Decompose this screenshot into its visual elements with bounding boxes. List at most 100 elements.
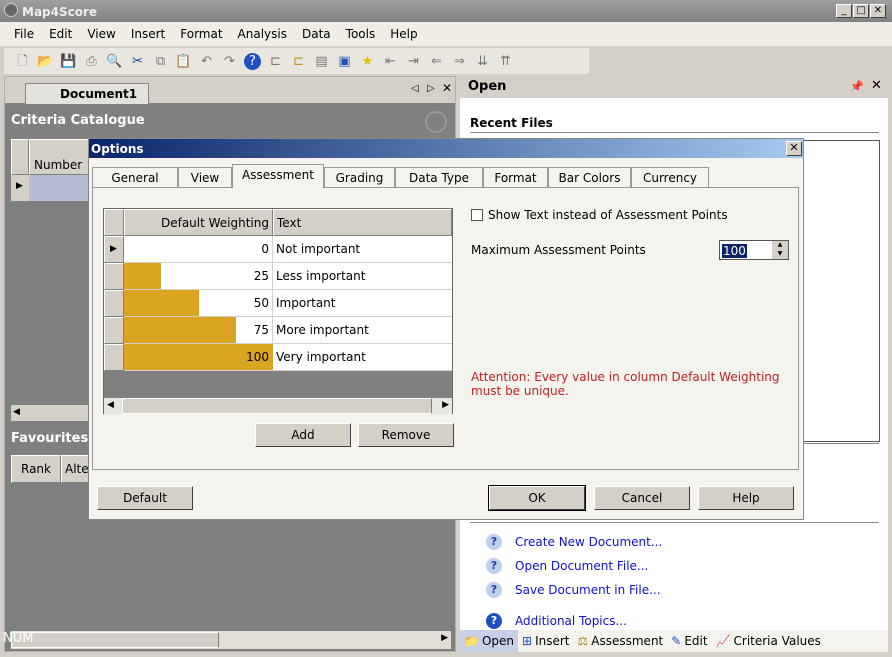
paste-icon[interactable]: 📋	[175, 53, 192, 70]
menu-data[interactable]: Data	[302, 27, 331, 46]
tab-assessment[interactable]: ⚖ Assessment	[574, 634, 668, 648]
new-icon[interactable]: 🗋	[14, 53, 31, 70]
scroll-right-icon[interactable]: ▷	[427, 83, 435, 94]
max-points-stepper[interactable]: 100 ▲ ▼	[719, 240, 789, 260]
help-icon[interactable]: ?	[244, 52, 261, 70]
scroll-left-icon[interactable]: ◁	[411, 83, 419, 94]
text-cell[interactable]: Not important	[273, 236, 452, 263]
row-header[interactable]	[104, 263, 124, 290]
menu-tools[interactable]: Tools	[346, 27, 376, 46]
task-link[interactable]: ? Save Document in File...	[486, 582, 661, 598]
tree-icon[interactable]: ⊏	[267, 53, 284, 70]
task-link[interactable]: ? Additional Topics...	[486, 613, 627, 629]
row-header[interactable]	[104, 317, 124, 344]
move-icon[interactable]: ▤	[313, 53, 330, 70]
tab-general[interactable]: General	[92, 167, 178, 187]
remove-button[interactable]: Remove	[358, 423, 454, 447]
split-icon[interactable]: ⇊	[474, 53, 491, 70]
column-rank[interactable]: Rank	[11, 455, 61, 483]
column-alternative[interactable]: Alte	[61, 455, 91, 483]
max-points-value[interactable]: 100	[722, 244, 747, 258]
tab-grading[interactable]: Grading	[324, 167, 395, 187]
text-cell[interactable]: Very important	[273, 344, 452, 371]
move-down-icon[interactable]: ▣	[336, 53, 353, 70]
row-header[interactable]	[104, 290, 124, 317]
row-selector-icon[interactable]: ▶	[11, 175, 29, 201]
column-default-weighting[interactable]: Default Weighting	[124, 209, 273, 236]
show-text-checkbox[interactable]	[471, 209, 483, 221]
tab-data-type[interactable]: Data Type	[395, 167, 483, 187]
weight-cell[interactable]: 50	[124, 290, 273, 317]
add-child-icon[interactable]: ⊏	[290, 53, 307, 70]
ok-button[interactable]: OK	[488, 485, 586, 511]
link-label[interactable]: Save Document in File...	[515, 583, 661, 597]
pin-icon[interactable]: 📌	[850, 80, 864, 93]
menu-analysis[interactable]: Analysis	[238, 27, 287, 46]
open-icon[interactable]: 📂	[37, 53, 54, 70]
dialog-close-button[interactable]: ✕	[786, 141, 802, 156]
default-button[interactable]: Default	[97, 486, 193, 510]
tab-insert[interactable]: ⊞ Insert	[518, 634, 573, 648]
copy-icon[interactable]: ⧉	[152, 53, 169, 70]
recent-files-list[interactable]	[800, 140, 880, 442]
cancel-button[interactable]: Cancel	[594, 486, 690, 510]
task-link[interactable]: ? Create New Document...	[486, 534, 662, 550]
tab-criteria-values[interactable]: 📈 Criteria Values	[712, 634, 825, 648]
menu-help[interactable]: Help	[390, 27, 417, 46]
undo-icon[interactable]: ↶	[198, 53, 215, 70]
tab-bar-colors[interactable]: Bar Colors	[548, 167, 631, 187]
indent-icon[interactable]: ⇒	[451, 53, 468, 70]
tab-currency[interactable]: Currency	[631, 167, 709, 187]
collapse-icon[interactable]	[425, 111, 447, 133]
outdent-icon[interactable]: ⇐	[428, 53, 445, 70]
weight-cell[interactable]: 25	[124, 263, 273, 290]
indent-up-icon[interactable]: ⇤	[382, 53, 399, 70]
spin-down-icon[interactable]: ▼	[772, 250, 788, 259]
text-cell[interactable]: Less important	[273, 263, 452, 290]
tab-document1[interactable]: Document1	[25, 83, 149, 104]
weight-cell[interactable]: 100	[124, 344, 273, 371]
close-pane-icon[interactable]: ✕	[871, 78, 882, 93]
redo-icon[interactable]: ↷	[221, 53, 238, 70]
text-cell[interactable]: More important	[273, 317, 452, 344]
close-document-icon[interactable]: ✕	[442, 81, 452, 95]
menu-edit[interactable]: Edit	[49, 27, 72, 46]
add-button[interactable]: Add	[255, 423, 351, 447]
tab-format[interactable]: Format	[483, 167, 548, 187]
print-preview-icon[interactable]: 🔍	[106, 53, 123, 70]
save-icon[interactable]: 💾	[60, 53, 77, 70]
task-link[interactable]: ? Open Document File...	[486, 558, 648, 574]
horizontal-scrollbar[interactable]: ◀	[11, 405, 91, 421]
menu-view[interactable]: View	[87, 27, 115, 46]
link-label[interactable]: Open Document File...	[515, 559, 648, 573]
text-cell[interactable]: Important	[273, 290, 452, 317]
tab-assessment[interactable]: Assessment	[232, 164, 324, 188]
help-button[interactable]: Help	[698, 486, 794, 510]
print-icon[interactable]: ⎙	[83, 53, 100, 70]
column-number[interactable]: Number	[29, 139, 89, 175]
link-label[interactable]: Additional Topics...	[515, 614, 627, 628]
minimize-button[interactable]: _	[836, 4, 852, 18]
grid-scrollbar[interactable]: ◀ ▶	[104, 398, 452, 414]
row-header[interactable]	[104, 344, 124, 371]
selected-row[interactable]	[29, 175, 89, 201]
menu-format[interactable]: Format	[180, 27, 222, 46]
column-text[interactable]: Text	[273, 209, 452, 236]
cut-icon[interactable]: ✂	[129, 53, 146, 70]
close-button[interactable]: ✕	[870, 4, 886, 18]
favourite-star-icon[interactable]: ★	[359, 53, 376, 70]
tab-view[interactable]: View	[178, 167, 232, 187]
row-header[interactable]: ▶	[104, 236, 124, 263]
bottom-scrollbar[interactable]: ▶	[11, 631, 451, 649]
weight-cell[interactable]: 0	[124, 236, 273, 263]
maximize-button[interactable]: □	[853, 4, 869, 18]
merge-icon[interactable]: ⇈	[497, 53, 514, 70]
spin-up-icon[interactable]: ▲	[772, 241, 788, 250]
menu-file[interactable]: File	[14, 27, 34, 46]
indent-down-icon[interactable]: ⇥	[405, 53, 422, 70]
weight-cell[interactable]: 75	[124, 317, 273, 344]
menu-insert[interactable]: Insert	[131, 27, 165, 46]
tab-edit[interactable]: ✎ Edit	[667, 634, 711, 648]
tab-open[interactable]: 📁 Open	[460, 630, 519, 652]
link-label[interactable]: Create New Document...	[515, 535, 662, 549]
